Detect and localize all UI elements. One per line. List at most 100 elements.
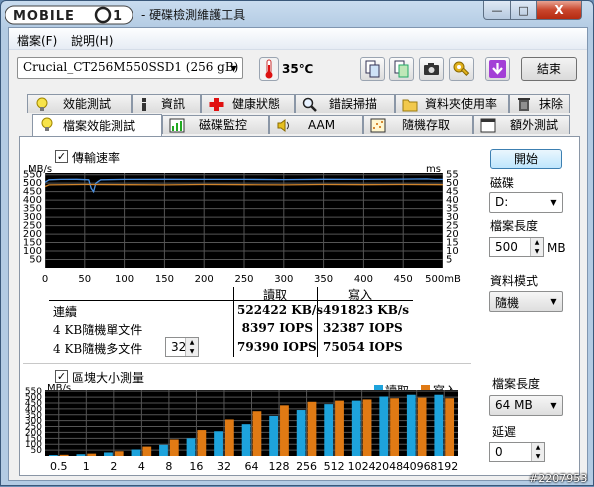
- disk-label: 磁碟: [490, 176, 515, 190]
- delay-stepper[interactable]: 0 ▲ ▼: [489, 442, 545, 462]
- block-file-length-select[interactable]: 64 MB ▼: [489, 395, 563, 416]
- bar-write: [390, 398, 399, 456]
- data-mode-label: 資料模式: [490, 274, 539, 288]
- file-length-stepper[interactable]: 500 ▲ ▼: [489, 237, 544, 257]
- start-button[interactable]: 開始: [490, 149, 562, 169]
- download-icon: [489, 60, 506, 78]
- bar-read: [351, 400, 361, 456]
- column-read-header: 讀取: [263, 288, 288, 302]
- block-size-checkbox[interactable]: ✓: [55, 370, 68, 383]
- maximize-button[interactable]: □: [510, 1, 537, 20]
- row-4k-multi-label: 4 KB隨機多文件: [53, 342, 143, 356]
- bar-write: [417, 397, 427, 456]
- bar-write: [87, 453, 97, 456]
- drive-select[interactable]: Crucial_CT256M550SSD1 (256 gB) ▼: [17, 57, 243, 79]
- close-button[interactable]: X: [536, 1, 582, 20]
- tab-disk-monitor[interactable]: 磁碟監控: [162, 115, 269, 134]
- copy-button[interactable]: [360, 57, 385, 81]
- bar-read: [406, 394, 416, 456]
- copy-green-button[interactable]: [389, 57, 414, 81]
- bar-write: [169, 439, 179, 456]
- disk-select[interactable]: D: ▼: [489, 192, 563, 213]
- transfer-rate-label: 傳輸速率: [72, 151, 121, 165]
- tab-label: 抹除: [539, 97, 564, 111]
- sequential-read-value: 522422 KB/s: [237, 303, 323, 317]
- 4k-single-write-value: 32387 IOPS: [323, 321, 403, 335]
- menu-help[interactable]: 說明(H): [71, 32, 113, 49]
- tab-info[interactable]: 資訊: [132, 94, 201, 113]
- app-window: MOBILE 1 - 硬碟檢測維護工具 — □ X 檔案(F) 說明(H) Cr…: [0, 0, 594, 486]
- bar-read: [434, 394, 444, 456]
- column-write-header: 寫入: [348, 288, 373, 302]
- bar-write: [307, 401, 317, 456]
- tab-aam[interactable]: AAM: [269, 115, 363, 134]
- copy-green-icon: [394, 60, 409, 78]
- lightbulb-icon: [41, 117, 53, 131]
- tab-health[interactable]: 健康狀態: [201, 94, 295, 113]
- transfer-rate-checkbox[interactable]: ✓: [55, 150, 68, 163]
- chevron-down-icon: ▼: [550, 297, 557, 306]
- delay-value: 0: [495, 445, 503, 459]
- download-button[interactable]: [485, 57, 510, 81]
- bar-write: [197, 430, 207, 456]
- table-divider: [317, 287, 318, 357]
- queue-depth-value: 32: [171, 340, 187, 354]
- scatter-icon: [370, 118, 386, 133]
- tab-label: 資訊: [161, 97, 186, 111]
- tab-folder-usage[interactable]: 資料夾使用率: [395, 94, 509, 113]
- tab-label: 錯誤掃描: [329, 97, 378, 111]
- bar-write: [362, 399, 372, 456]
- bar-read: [48, 455, 58, 456]
- block-size-chart: [45, 390, 458, 456]
- chevron-down-icon: ▼: [550, 198, 557, 207]
- tools-icon: [453, 61, 470, 76]
- table-divider: [233, 287, 234, 357]
- queue-depth-stepper[interactable]: 32 ▲ ▼: [165, 337, 199, 357]
- 4k-multi-read-value: 79390 IOPS: [237, 340, 317, 354]
- lightbulb-icon: [36, 97, 48, 111]
- window-icon: [480, 118, 496, 133]
- svg-text:1: 1: [113, 9, 122, 24]
- svg-text:MOBILE: MOBILE: [13, 9, 75, 24]
- bar-write: [252, 411, 262, 456]
- minimize-button[interactable]: —: [483, 1, 511, 20]
- tab-error-scan[interactable]: 錯誤掃描: [295, 94, 395, 113]
- tab-label: 效能測試: [63, 97, 112, 111]
- file-length-spin[interactable]: ▲ ▼: [530, 238, 543, 256]
- tab-benchmark[interactable]: 效能測試: [27, 94, 132, 113]
- menu-bar: 檔案(F) 說明(H): [9, 28, 587, 50]
- block-size-label: 區塊大小測量: [72, 371, 145, 385]
- queue-depth-spin[interactable]: ▲ ▼: [185, 338, 198, 356]
- options-button[interactable]: [449, 57, 474, 81]
- tab-label: 健康狀態: [232, 97, 281, 111]
- exit-button[interactable]: 結束: [521, 57, 577, 81]
- menu-file[interactable]: 檔案(F): [17, 32, 57, 49]
- file-length2-label: 檔案長度: [492, 377, 541, 391]
- bar-write: [335, 400, 344, 456]
- bar-read: [131, 449, 141, 456]
- bar-write: [224, 419, 234, 456]
- row-sequential-label: 連續: [53, 305, 78, 319]
- folder-icon: [402, 99, 418, 112]
- data-mode-select[interactable]: 隨機 ▼: [489, 291, 563, 312]
- tab-file-benchmark[interactable]: 檔案效能測試: [32, 114, 162, 136]
- bar-write: [445, 398, 455, 456]
- bar-read: [76, 454, 86, 456]
- block-file-length-value: 64 MB: [495, 398, 533, 412]
- title-bar[interactable]: MOBILE 1 - 硬碟檢測維護工具 — □ X: [1, 1, 593, 27]
- chevron-down-icon: ▼: [230, 63, 237, 73]
- file-length-label: 檔案長度: [490, 219, 539, 233]
- tab-label: 檔案效能測試: [63, 119, 136, 133]
- drive-select-value: Crucial_CT256M550SSD1 (256 gB): [23, 60, 239, 74]
- section-divider: [23, 363, 471, 364]
- tab-erase[interactable]: 抹除: [509, 94, 570, 113]
- bar-read: [159, 444, 168, 456]
- file-length-value: 500: [495, 240, 518, 254]
- tab-random-access[interactable]: 隨機存取: [363, 115, 473, 134]
- delay-spin[interactable]: ▲ ▼: [531, 443, 544, 461]
- file-length-unit: MB: [547, 241, 566, 255]
- chart-icon: [169, 118, 185, 133]
- tab-extra-tests[interactable]: 額外測試: [473, 115, 570, 134]
- screenshot-button[interactable]: [419, 57, 444, 81]
- camera-icon: [424, 63, 439, 75]
